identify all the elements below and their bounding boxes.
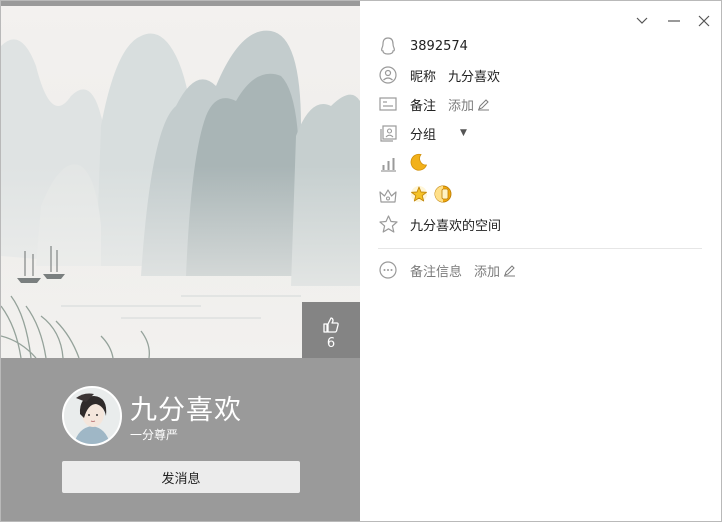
like-count: 6	[326, 336, 336, 351]
caret-down-icon: ▼	[460, 128, 467, 138]
minimize-button[interactable]	[666, 13, 682, 29]
profile-nickname: 九分喜欢	[130, 395, 242, 426]
remark-row: 备注 添加	[378, 94, 490, 114]
contact-card-icon	[378, 123, 398, 143]
remark-info-label: 备注信息	[410, 264, 463, 280]
level-row	[378, 153, 428, 175]
thumbs-up-icon	[323, 317, 339, 333]
minimize-icon	[668, 20, 680, 22]
section-divider	[378, 248, 702, 249]
pencil-icon	[504, 264, 516, 276]
profile-card-window: 6 九分喜欢 一分尊严 发消息 3892574 昵称 九分喜欢 备注 添加 分组…	[0, 0, 722, 522]
profile-left-panel: 6 九分喜欢 一分尊严 发消息	[1, 1, 360, 521]
close-icon	[698, 15, 710, 27]
chevron-down-icon	[636, 17, 648, 24]
nickname-row: 昵称 九分喜欢	[378, 65, 500, 85]
qzone-link[interactable]: 九分喜欢的空间	[410, 215, 501, 234]
star-outline-icon	[378, 214, 398, 234]
sun-badge-icon[interactable]	[434, 185, 452, 207]
close-button[interactable]	[696, 13, 712, 29]
crown-icon	[378, 186, 398, 206]
qzone-row: 九分喜欢的空间	[378, 214, 501, 234]
remark-label: 备注	[410, 98, 437, 114]
id-card-icon	[378, 94, 398, 114]
penguin-icon	[378, 36, 398, 56]
remark-add-text: 添加	[448, 98, 475, 114]
pencil-icon	[478, 98, 490, 110]
remark-info-add-text: 添加	[474, 264, 501, 280]
profile-signature: 一分尊严	[130, 428, 179, 442]
user-circle-icon	[378, 65, 398, 85]
dropdown-window-button[interactable]	[634, 13, 650, 29]
remark-add-link[interactable]: 添加	[448, 95, 490, 114]
nickname-value: 九分喜欢	[448, 69, 501, 85]
group-row: 分组 ▼	[378, 123, 467, 143]
profile-summary: 九分喜欢 一分尊严 发消息	[1, 358, 360, 521]
group-label: 分组	[410, 127, 437, 143]
qq-number-row: 3892574	[378, 36, 468, 56]
group-select[interactable]: 分组 ▼	[410, 124, 467, 143]
bar-chart-icon	[378, 154, 398, 174]
remark-info-row: 备注信息 添加	[378, 260, 516, 280]
remark-info-add-link[interactable]: 添加	[474, 261, 516, 280]
send-message-button[interactable]: 发消息	[62, 461, 300, 493]
moon-icon	[410, 153, 428, 175]
more-circle-icon	[378, 260, 398, 280]
vip-row	[378, 185, 452, 207]
qq-number: 3892574	[410, 38, 468, 54]
avatar[interactable]	[62, 386, 122, 446]
like-button[interactable]: 6	[302, 302, 360, 358]
nickname-label: 昵称	[410, 69, 437, 85]
star-badge-icon[interactable]	[410, 185, 428, 207]
profile-details-panel: 3892574 昵称 九分喜欢 备注 添加 分组 ▼ 九分喜欢的空间 备注信息 …	[360, 1, 721, 521]
